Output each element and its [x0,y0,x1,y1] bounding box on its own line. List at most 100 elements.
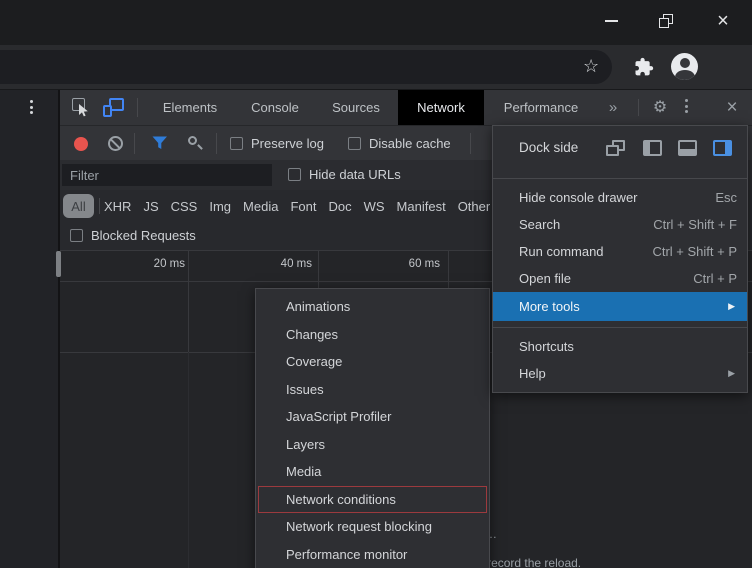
menu-item-label: Run command [519,244,604,259]
submenu-item-coverage[interactable]: Coverage [256,348,489,376]
menu-item-run-command[interactable]: Run command Ctrl + Shift + P [493,238,747,265]
tab-network[interactable]: Network [398,90,484,125]
blocked-requests-checkbox[interactable] [70,229,83,242]
inspect-element-icon[interactable] [72,98,91,117]
timeline-gridline [188,352,189,568]
tab-label: Sources [332,100,380,115]
submenu-item-media[interactable]: Media [256,458,489,486]
device-toolbar-icon[interactable] [103,97,124,117]
search-icon[interactable] [188,136,204,152]
restore-icon [659,14,673,28]
menu-item-label: Hide console drawer [519,190,638,205]
tab-sources[interactable]: Sources [320,90,392,125]
hide-data-urls-label: Hide data URLs [309,167,401,182]
submenu-item-issues[interactable]: Issues [256,376,489,404]
page-menu-icon[interactable] [30,100,33,114]
submenu-item-performance-monitor[interactable]: Performance monitor [256,541,489,568]
browser-window: × ☆ [0,0,752,568]
toolbar-separator [216,133,217,154]
browser-toolbar: ☆ [0,45,752,90]
more-tabs-button[interactable]: » [600,90,626,125]
devtools-main-menu: Dock side Hide console drawer Esc Search… [492,125,748,393]
disable-cache-label: Disable cache [369,136,451,151]
filter-pill-img[interactable]: Img [209,199,231,214]
filter-pill-xhr[interactable]: XHR [104,199,131,214]
scrollbar-thumb[interactable] [56,251,61,277]
menu-item-shortcut: Ctrl + Shift + F [653,217,737,232]
filter-pill-media[interactable]: Media [243,199,278,214]
toolbar-separator [470,133,471,154]
menu-item-shortcut: Esc [715,190,737,205]
gear-icon: ⚙ [653,99,667,117]
submenu-item-label: Network request blocking [286,519,432,534]
submenu-arrow-icon: ▶ [728,368,735,379]
menu-item-search[interactable]: Search Ctrl + Shift + F [493,211,747,238]
profile-avatar[interactable] [671,53,698,80]
submenu-item-javascript-profiler[interactable]: JavaScript Profiler [256,403,489,431]
tick-label-40ms: 40 ms [252,258,312,270]
devtools-menu-button[interactable] [685,99,688,113]
submenu-item-animations[interactable]: Animations [256,293,489,321]
annotation-highlight-box [258,486,487,514]
record-network-log-button[interactable] [74,137,88,151]
menu-item-shortcuts[interactable]: Shortcuts [493,333,747,360]
menu-item-more-tools[interactable]: More tools ▶ [493,292,747,321]
devtools-settings-button[interactable]: ⚙ [646,90,674,125]
filter-pill-other[interactable]: Other [458,199,491,214]
filter-funnel-icon[interactable] [152,136,168,150]
submenu-item-label: Media [286,464,321,479]
menu-item-label: Shortcuts [519,339,574,354]
filter-input[interactable] [62,164,272,186]
submenu-item-changes[interactable]: Changes [256,321,489,349]
undock-icon[interactable] [606,140,625,156]
tick-label-60ms: 60 ms [380,258,440,270]
menu-item-shortcut: Ctrl + P [693,271,737,286]
close-icon: × [717,11,729,31]
filter-pill-font[interactable]: Font [290,199,316,214]
filter-pill-all[interactable]: All [63,194,94,218]
tab-label: Network [417,100,465,115]
dock-right-icon[interactable] [713,140,732,156]
tab-performance[interactable]: Performance [488,90,594,125]
window-titlebar: × [0,0,752,45]
timeline-gridline [188,250,189,352]
dock-left-icon[interactable] [643,140,662,156]
toolbar-separator [134,133,135,154]
bookmark-star-icon[interactable]: ☆ [583,55,599,77]
close-icon: × [726,98,737,117]
tab-label: Performance [504,100,578,115]
window-close-button[interactable]: × [707,6,739,36]
devtools-close-button[interactable]: × [716,90,748,125]
hide-data-urls-checkbox[interactable] [288,168,301,181]
disable-cache-checkbox[interactable] [348,137,361,150]
menu-item-label: Open file [519,271,571,286]
filter-pill-ws[interactable]: WS [364,199,385,214]
submenu-item-network-request-blocking[interactable]: Network request blocking [256,513,489,541]
menu-separator [493,178,747,179]
dock-side-row: Dock side [493,126,747,171]
dock-bottom-icon[interactable] [678,140,697,156]
menu-item-hide-console-drawer[interactable]: Hide console drawer Esc [493,184,747,211]
toolbar-separator [137,98,138,117]
menu-item-label: Search [519,217,560,232]
menu-item-open-file[interactable]: Open file Ctrl + P [493,265,747,292]
submenu-item-layers[interactable]: Layers [256,431,489,459]
preserve-log-checkbox[interactable] [230,137,243,150]
tab-console[interactable]: Console [238,90,312,125]
clear-network-log-icon[interactable] [108,136,123,151]
filter-pill-manifest[interactable]: Manifest [397,199,446,214]
menu-item-shortcut: Ctrl + Shift + P [652,244,737,259]
submenu-item-label: Issues [286,382,324,397]
window-restore-button[interactable] [650,6,682,36]
submenu-item-label: Changes [286,327,338,342]
blocked-requests-label: Blocked Requests [91,228,196,243]
filter-pill-js[interactable]: JS [143,199,158,214]
devtools-tabbar: Elements Console Sources Network Perform… [60,90,752,125]
tab-elements[interactable]: Elements [150,90,230,125]
extensions-icon[interactable] [634,57,654,77]
address-bar[interactable] [0,50,612,84]
menu-item-help[interactable]: Help ▶ [493,360,747,387]
filter-pill-doc[interactable]: Doc [328,199,351,214]
window-minimize-button[interactable] [595,6,627,36]
filter-pill-css[interactable]: CSS [171,199,198,214]
